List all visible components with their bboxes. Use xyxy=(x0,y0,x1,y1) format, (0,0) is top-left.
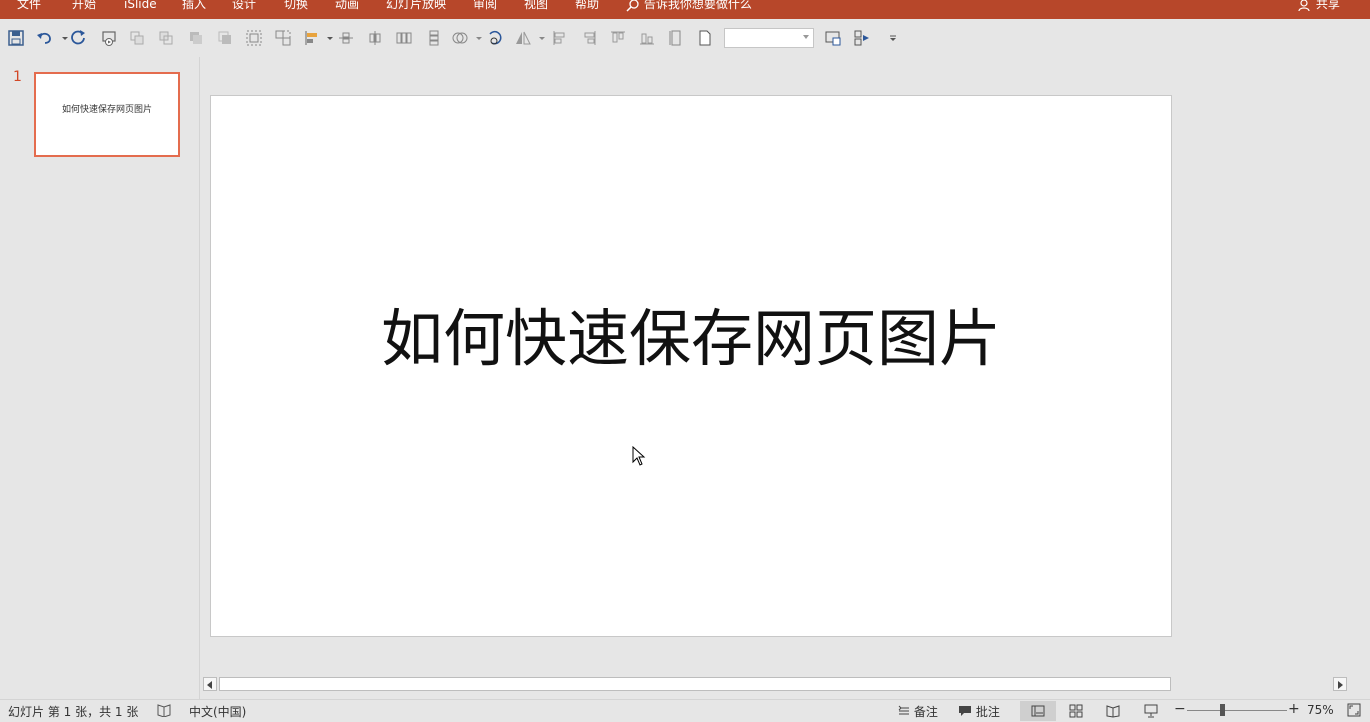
accessibility-check-icon[interactable] xyxy=(157,703,171,720)
arrange-icon[interactable] xyxy=(853,29,871,47)
fit-window-icon xyxy=(1347,703,1361,717)
normal-view-button[interactable] xyxy=(1020,701,1056,721)
slide-sorter-button[interactable] xyxy=(1058,701,1094,721)
slide-number: 1 xyxy=(13,69,22,85)
bring-forward-icon[interactable] xyxy=(128,29,146,47)
slide-canvas[interactable]: 如何快速保存网页图片 xyxy=(210,95,1172,637)
tab-insert[interactable]: 插入 xyxy=(182,0,206,14)
notes-label: 备注 xyxy=(913,705,938,719)
same-height-icon[interactable] xyxy=(667,29,685,47)
bring-to-front-icon[interactable] xyxy=(187,29,205,47)
tab-view[interactable]: 视图 xyxy=(524,0,548,14)
vertical-scrollbar[interactable] xyxy=(1354,57,1370,677)
notes-icon xyxy=(898,705,909,715)
send-backward-icon[interactable] xyxy=(157,29,175,47)
scroll-left-button[interactable] xyxy=(203,677,217,691)
align-right-edges-icon[interactable] xyxy=(580,29,598,47)
slide-layout-icon[interactable] xyxy=(824,29,842,47)
slide-thumbnail-title: 如何快速保存网页图片 xyxy=(61,105,152,115)
new-slide-icon[interactable] xyxy=(696,29,714,47)
fit-to-window-button[interactable] xyxy=(1347,703,1361,720)
tab-file[interactable]: 文件 xyxy=(17,0,41,14)
horizontal-scrollbar[interactable] xyxy=(203,677,1348,693)
arrow-right-icon xyxy=(1338,681,1343,689)
grid-view-icon xyxy=(1069,704,1083,718)
zoom-level[interactable]: 75% xyxy=(1307,703,1334,717)
align-dropdown-icon[interactable] xyxy=(321,29,333,47)
scroll-right-button[interactable] xyxy=(1333,677,1347,691)
comment-icon xyxy=(959,706,971,716)
book-icon xyxy=(1106,705,1120,718)
align-middle-icon[interactable] xyxy=(366,29,384,47)
normal-view-icon xyxy=(1031,705,1045,717)
align-bottom-edges-icon[interactable] xyxy=(638,29,656,47)
ungroup-icon[interactable] xyxy=(274,29,292,47)
tab-home[interactable]: 开始 xyxy=(72,0,96,14)
save-icon[interactable] xyxy=(7,29,25,47)
zoom-slider-track[interactable] xyxy=(1187,710,1287,711)
tab-help[interactable]: 帮助 xyxy=(575,0,599,14)
comments-label: 批注 xyxy=(975,705,1000,719)
align-left-edges-icon[interactable] xyxy=(551,29,569,47)
slide-thumbnail-pane: 1 如何快速保存网页图片 xyxy=(0,57,200,699)
redo-icon[interactable] xyxy=(70,29,88,47)
slide-count-text: 幻灯片 第 1 张，共 1 张 xyxy=(8,705,139,719)
share-label: 共享 xyxy=(1315,0,1340,11)
tell-me-search[interactable]: 告诉我你想要做什么 xyxy=(626,0,752,14)
flip-icon[interactable] xyxy=(514,29,532,47)
undo-dropdown-icon[interactable] xyxy=(56,29,68,47)
comments-button[interactable]: 批注 xyxy=(958,703,1000,720)
align-icon[interactable] xyxy=(303,29,321,47)
zoom-in-button[interactable]: + xyxy=(1288,701,1300,717)
slideshow-from-start-icon[interactable] xyxy=(100,29,118,47)
tab-design[interactable]: 设计 xyxy=(232,0,256,14)
status-bar: 幻灯片 第 1 张，共 1 张 中文(中国) 备注 批注 − + 75% xyxy=(0,699,1370,722)
language-indicator[interactable]: 中文(中国) xyxy=(189,703,246,720)
merge-dropdown-icon[interactable] xyxy=(470,29,482,47)
distribute-horizontal-icon[interactable] xyxy=(395,29,413,47)
align-top-edges-icon[interactable] xyxy=(609,29,627,47)
tell-me-text: 告诉我你想要做什么 xyxy=(643,0,752,11)
slideshow-button[interactable] xyxy=(1133,701,1169,721)
ribbon-tab-bar: 文件 开始 iSlide 插入 设计 切换 动画 幻灯片放映 审阅 视图 帮助 … xyxy=(0,0,1370,19)
arrow-left-icon xyxy=(207,681,212,689)
merge-shapes-icon[interactable] xyxy=(451,29,469,47)
send-to-back-icon[interactable] xyxy=(216,29,234,47)
reading-view-button[interactable] xyxy=(1095,701,1131,721)
flip-dropdown-icon[interactable] xyxy=(533,29,545,47)
tab-transitions[interactable]: 切换 xyxy=(284,0,308,14)
zoom-slider-thumb[interactable] xyxy=(1220,704,1225,716)
distribute-vertical-icon[interactable] xyxy=(425,29,443,47)
mouse-pointer-icon xyxy=(632,446,646,466)
person-add-icon xyxy=(1298,0,1310,11)
slide-title-text[interactable]: 如何快速保存网页图片 xyxy=(211,288,1171,378)
presentation-icon xyxy=(1144,704,1158,718)
customize-toolbar-icon[interactable] xyxy=(884,29,896,47)
group-icon[interactable] xyxy=(245,29,263,47)
scroll-thumb[interactable] xyxy=(219,677,1171,691)
tab-islide[interactable]: iSlide xyxy=(124,0,157,14)
font-size-combo[interactable] xyxy=(724,28,814,48)
tab-slideshow[interactable]: 幻灯片放映 xyxy=(386,0,446,14)
search-icon xyxy=(626,0,639,12)
zoom-out-button[interactable]: − xyxy=(1174,701,1186,717)
tab-animations[interactable]: 动画 xyxy=(335,0,359,14)
align-top-icon[interactable] xyxy=(337,29,355,47)
rotate-icon[interactable] xyxy=(487,29,505,47)
share-button[interactable]: 共享 xyxy=(1298,0,1340,14)
tab-review[interactable]: 审阅 xyxy=(473,0,497,14)
undo-icon[interactable] xyxy=(36,29,54,47)
quick-access-toolbar xyxy=(0,19,1370,57)
chevron-down-icon[interactable] xyxy=(803,35,809,39)
slide-thumbnail[interactable]: 如何快速保存网页图片 xyxy=(34,72,180,157)
notes-button[interactable]: 备注 xyxy=(898,703,938,720)
